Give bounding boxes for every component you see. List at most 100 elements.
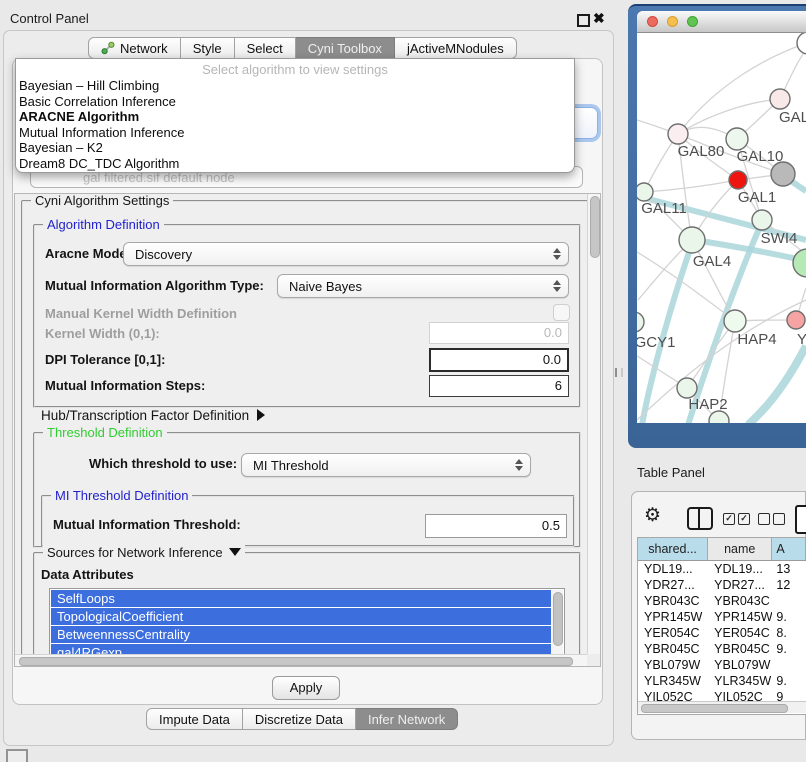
table-row[interactable]: YDL19...YDL19...13 (638, 561, 806, 577)
aracne-mode-combo[interactable]: Discovery (123, 242, 569, 266)
hub-definition-expander[interactable]: Hub/Transcription Factor Definition (41, 408, 265, 423)
screen: Control Panel ✖ Network Style Select Cyn… (0, 0, 806, 762)
list-item[interactable]: SelfLoops (51, 590, 552, 607)
list-item[interactable]: TopologicalCoefficient (51, 608, 552, 625)
algorithm-definition-group: Algorithm Definition Aracne Mode: Discov… (33, 224, 581, 408)
column-layout-icon[interactable] (687, 507, 713, 530)
node-label: GAL10 (737, 148, 784, 165)
kernel-width-field[interactable]: 0.0 (429, 322, 569, 344)
minimized-panel-icon[interactable] (6, 749, 28, 762)
node-gal80[interactable] (668, 124, 688, 144)
tab-discretize-data[interactable]: Discretize Data (243, 708, 356, 730)
list-item[interactable]: gal4RGexp (51, 644, 552, 654)
dropdown-item[interactable]: Dream8 DC_TDC Algorithm (16, 156, 574, 172)
float-panel-icon[interactable] (577, 14, 590, 27)
mi-threshold-label: Mutual Information Threshold: (53, 517, 241, 532)
expander-collapsed-icon (257, 409, 265, 421)
cyni-bottom-tabbar: Impute Data Discretize Data Infer Networ… (146, 708, 458, 730)
apply-button[interactable]: Apply (272, 676, 340, 700)
mi-steps-label: Mutual Information Steps: (45, 378, 205, 393)
node-label: GCY1 (637, 334, 675, 351)
table-row[interactable]: YPR145WYPR145W9. (638, 609, 806, 625)
dpi-tolerance-label: DPI Tolerance [0,1]: (45, 352, 165, 367)
sources-expander[interactable]: Sources for Network Inference (43, 545, 245, 560)
node-gal11[interactable] (637, 183, 653, 201)
node-gal10[interactable] (726, 128, 748, 150)
control-panel-tabbar: Network Style Select Cyni Toolbox jActiv… (88, 37, 517, 59)
settings-vertical-scrollbar[interactable] (587, 194, 600, 654)
close-traffic-light-icon[interactable] (647, 16, 658, 27)
dpi-tolerance-field[interactable]: 0.0 (429, 348, 569, 372)
table-horizontal-scrollbar[interactable] (638, 701, 806, 713)
node-gal4[interactable] (679, 227, 705, 253)
node-green[interactable] (793, 249, 806, 277)
algorithm-dropdown-popup: Select algorithm to view settings Bayesi… (15, 58, 575, 173)
node-gcy1[interactable] (637, 312, 644, 332)
tab-select[interactable]: Select (235, 37, 296, 59)
deselect-all-columns-icon[interactable] (758, 513, 785, 525)
node-gray[interactable] (771, 162, 795, 186)
node-gal[interactable] (770, 89, 790, 109)
node-hap4[interactable] (724, 310, 746, 332)
combo-arrows-icon (553, 248, 561, 260)
node-label: GAL11 (641, 200, 687, 217)
node-label: GAL80 (678, 143, 725, 160)
dropdown-placeholder: Select algorithm to view settings (16, 59, 574, 78)
table-header: shared... name A (638, 538, 806, 561)
table-row[interactable]: YBL079WYBL079W (638, 657, 806, 673)
data-attributes-list[interactable]: SelfLoops TopologicalCoefficient Between… (49, 588, 565, 654)
tab-impute-data[interactable]: Impute Data (146, 708, 243, 730)
tab-cyni-toolbox[interactable]: Cyni Toolbox (296, 37, 395, 59)
which-threshold-combo[interactable]: MI Threshold (241, 453, 531, 477)
select-all-columns-icon[interactable]: ✓✓ (723, 513, 750, 525)
node[interactable] (797, 33, 806, 54)
splitter-grip[interactable] (615, 368, 623, 377)
tab-style[interactable]: Style (181, 37, 235, 59)
table-panel-title: Table Panel (637, 465, 705, 480)
dropdown-item-selected[interactable]: ARACNE Algorithm (16, 109, 574, 125)
column-header-shared-name[interactable]: shared... (638, 538, 708, 560)
group-title: Algorithm Definition (43, 217, 164, 232)
dropdown-item[interactable]: Mutual Information Inference (16, 125, 574, 141)
manual-kernel-width-checkbox[interactable] (553, 304, 570, 321)
column-header-partial[interactable]: A (772, 538, 806, 560)
mi-algorithm-type-combo[interactable]: Naive Bayes (277, 274, 569, 298)
table-row[interactable]: YLR345WYLR345W9. (638, 673, 806, 689)
column-header-name[interactable]: name (708, 538, 772, 560)
mi-algorithm-type-label: Mutual Information Algorithm Type: (45, 278, 264, 293)
dropdown-item[interactable]: Basic Correlation Inference (16, 94, 574, 110)
list-scrollbar[interactable] (551, 590, 563, 654)
mi-threshold-field[interactable]: 0.5 (425, 514, 567, 538)
minimize-traffic-light-icon[interactable] (667, 16, 678, 27)
network-window-titlebar[interactable] (637, 11, 806, 33)
table-row[interactable]: YBR045CYBR045C9. (638, 641, 806, 657)
node-pink[interactable] (787, 311, 805, 329)
dropdown-item[interactable]: Bayesian – Hill Climbing (16, 78, 574, 94)
tab-label: Network (120, 41, 168, 56)
settings-horizontal-scrollbar[interactable] (15, 654, 587, 666)
node-gal1[interactable] (729, 171, 747, 189)
gear-icon[interactable]: ⚙ (644, 504, 661, 527)
table-row[interactable]: YDR27...YDR27...12 (638, 577, 806, 593)
close-icon[interactable]: ✖ (593, 10, 605, 27)
tab-infer-network[interactable]: Infer Network (356, 708, 458, 730)
table-row[interactable]: YER054CYER054C8. (638, 625, 806, 641)
zoom-traffic-light-icon[interactable] (687, 16, 698, 27)
dropdown-item[interactable]: Bayesian – K2 (16, 140, 574, 156)
list-item[interactable]: BetweennessCentrality (51, 626, 552, 643)
mi-threshold-definition-group: MI Threshold Definition Mutual Informati… (41, 495, 575, 547)
node-hap2[interactable] (677, 378, 697, 398)
cyni-algorithm-settings-group: Cyni Algorithm Settings Algorithm Defini… (21, 200, 587, 654)
tab-jactivemnodules[interactable]: jActiveMNodules (395, 37, 517, 59)
mi-steps-field[interactable]: 6 (429, 375, 569, 397)
tab-network[interactable]: Network (88, 37, 181, 59)
network-view-window[interactable]: GAL GAL80 GAL10 GAL1 GAL11 SWI4 GAL4 HAP… (637, 11, 806, 423)
node-label: GAL4 (693, 253, 731, 270)
node-label: GAL (779, 109, 806, 126)
node-label: GAL1 (738, 189, 776, 206)
new-table-icon[interactable] (795, 505, 806, 534)
node-label: HAP2 (688, 396, 727, 413)
network-canvas[interactable]: GAL GAL80 GAL10 GAL1 GAL11 SWI4 GAL4 HAP… (637, 33, 806, 423)
node-swi4[interactable] (752, 210, 772, 230)
table-row[interactable]: YBR043CYBR043C (638, 593, 806, 609)
